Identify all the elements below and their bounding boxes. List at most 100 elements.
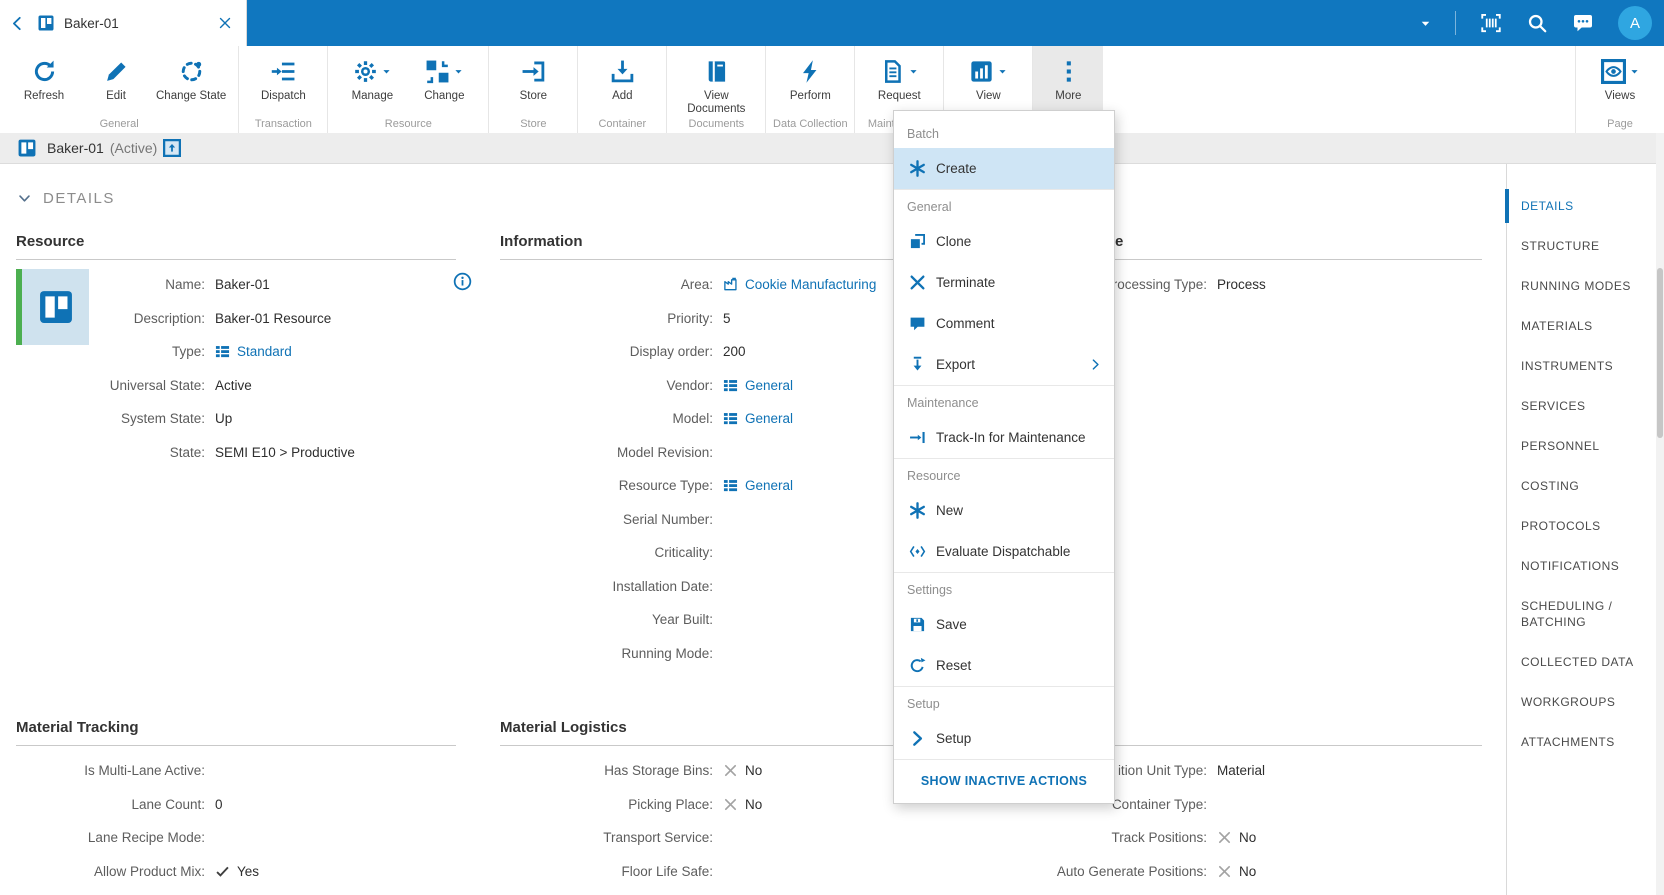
view-button[interactable]: View: [952, 51, 1024, 103]
field-value-text: 200: [723, 344, 746, 359]
menu-item-terminate[interactable]: Terminate: [894, 262, 1114, 303]
chat-icon[interactable]: [1573, 13, 1593, 33]
field-value[interactable]: Cookie Manufacturing: [723, 277, 876, 292]
detail-row-picking-place: Picking Place:No: [500, 788, 932, 822]
chevron-down-icon[interactable]: [1420, 18, 1431, 29]
sidebar-item-details[interactable]: DETAILS: [1507, 186, 1656, 226]
detail-row-year-built: Year Built:: [500, 603, 932, 637]
ribbon-button-label: View Documents: [679, 90, 753, 116]
ribbon-button-label: Manage: [352, 90, 394, 103]
menu-item-evaluate-dispatchable[interactable]: Evaluate Dispatchable: [894, 531, 1114, 572]
resource-icon: [38, 15, 54, 31]
field-value-text: Process: [1217, 277, 1266, 292]
ribbon-group-resource: Manage Change Resource: [328, 46, 489, 133]
field-label: Area:: [500, 277, 713, 292]
field-value-text: No: [1239, 830, 1256, 845]
ribbon-icon-row: [271, 56, 296, 86]
scrollbar-thumb[interactable]: [1657, 268, 1663, 438]
perform-button[interactable]: Perform: [774, 51, 846, 103]
store-button[interactable]: Store: [497, 51, 569, 103]
sidebar-item-notifications[interactable]: NOTIFICATIONS: [1507, 546, 1656, 586]
resource-icon: [18, 139, 36, 157]
change-button[interactable]: Change: [408, 51, 480, 103]
detail-row-model-revision: Model Revision:: [500, 436, 932, 470]
sidebar-item-costing[interactable]: COSTING: [1507, 466, 1656, 506]
detail-row-display-order: Display order:200: [500, 335, 932, 369]
setup-chevron-icon: [908, 730, 926, 747]
sidebar-item-protocols[interactable]: PROTOCOLS: [1507, 506, 1656, 546]
request-button[interactable]: Request: [863, 51, 935, 103]
sidebar-item-materials[interactable]: MATERIALS: [1507, 306, 1656, 346]
store-icon: [521, 59, 546, 84]
field-value: No: [723, 763, 762, 778]
details-section-toggle[interactable]: DETAILS: [18, 190, 115, 207]
field-label: Universal State:: [16, 378, 205, 393]
sidebar-item-structure[interactable]: STRUCTURE: [1507, 226, 1656, 266]
sidebar-item-attachments[interactable]: ATTACHMENTS: [1507, 722, 1656, 762]
sidebar-item-workgroups[interactable]: WORKGROUPS: [1507, 682, 1656, 722]
detail-row-installation-date: Installation Date:: [500, 570, 932, 604]
field-value[interactable]: General: [723, 478, 793, 493]
menu-item-comment[interactable]: Comment: [894, 303, 1114, 344]
panel-title: Material Tracking: [16, 719, 456, 746]
ribbon-group-label: General: [0, 118, 238, 130]
field-value: 5: [723, 311, 731, 326]
menu-item-export[interactable]: Export: [894, 344, 1114, 385]
vertical-scrollbar[interactable]: [1656, 133, 1664, 895]
tab-baker-01[interactable]: Baker-01: [25, 0, 246, 46]
save-icon: [908, 616, 926, 633]
sidebar-item-personnel[interactable]: PERSONNEL: [1507, 426, 1656, 466]
caret-down-icon: [909, 67, 918, 76]
manage-button[interactable]: Manage: [336, 51, 408, 103]
menu-item-create[interactable]: Create: [894, 148, 1114, 189]
submenu-chevron-icon: [1089, 358, 1102, 371]
views-button[interactable]: Views: [1584, 51, 1656, 103]
back-chevron-icon[interactable]: [10, 16, 25, 31]
avatar[interactable]: A: [1618, 6, 1652, 40]
panel-material-tracking: Material Tracking Is Multi-Lane Active:L…: [16, 719, 456, 888]
close-icon[interactable]: [217, 15, 233, 31]
menu-item-track-in-for-maintenance[interactable]: Track-In for Maintenance: [894, 417, 1114, 458]
field-value: No: [1217, 864, 1256, 879]
search-icon[interactable]: [1527, 13, 1547, 33]
sidebar-item-scheduling-batching[interactable]: SCHEDULING / BATCHING: [1507, 586, 1656, 642]
ribbon-group-label: Resource: [328, 118, 488, 130]
menu-item-setup[interactable]: Setup: [894, 718, 1114, 759]
field-value-text: Material: [1217, 763, 1265, 778]
sidebar-item-running-modes[interactable]: RUNNING MODES: [1507, 266, 1656, 306]
cross-icon: [723, 763, 738, 778]
ribbon-button-label: Dispatch: [261, 90, 306, 103]
sidebar-item-collected-data[interactable]: COLLECTED DATA: [1507, 642, 1656, 682]
change-state-button[interactable]: Change State: [152, 51, 230, 103]
menu-section-resource: ResourceNewEvaluate Dispatchable: [894, 458, 1114, 572]
sidebar-item-services[interactable]: SERVICES: [1507, 386, 1656, 426]
field-label: Year Built:: [500, 612, 713, 627]
field-value[interactable]: General: [723, 378, 793, 393]
view-documents-button[interactable]: View Documents: [675, 51, 757, 116]
menu-item-label: Clone: [936, 234, 971, 249]
reset-icon: [908, 657, 926, 674]
ribbon-icon-row: [104, 56, 129, 86]
field-label: State:: [16, 445, 205, 460]
menu-item-save[interactable]: Save: [894, 604, 1114, 645]
field-value[interactable]: General: [723, 411, 793, 426]
field-value-text: No: [745, 797, 762, 812]
dispatch-button[interactable]: Dispatch: [247, 51, 319, 103]
caret-down-icon: [454, 67, 463, 76]
refresh-button[interactable]: Refresh: [8, 51, 80, 103]
add-button[interactable]: Add: [586, 51, 658, 103]
field-value[interactable]: Standard: [215, 344, 292, 359]
menu-item-reset[interactable]: Reset: [894, 645, 1114, 686]
info-icon[interactable]: [453, 272, 472, 291]
ribbon-group-data-collection: PerformData Collection: [766, 46, 855, 133]
menu-item-clone[interactable]: Clone: [894, 221, 1114, 262]
sidebar-item-instruments[interactable]: INSTRUMENTS: [1507, 346, 1656, 386]
cross-icon: [1217, 864, 1232, 879]
edit-button[interactable]: Edit: [80, 51, 152, 103]
menu-item-new[interactable]: New: [894, 490, 1114, 531]
menu-section-label: Setup: [894, 687, 1114, 718]
show-inactive-actions-link[interactable]: SHOW INACTIVE ACTIONS: [894, 759, 1114, 803]
expand-up-icon[interactable]: [163, 139, 181, 157]
barcode-scan-icon[interactable]: [1481, 13, 1501, 33]
menu-item-label: Track-In for Maintenance: [936, 430, 1086, 445]
